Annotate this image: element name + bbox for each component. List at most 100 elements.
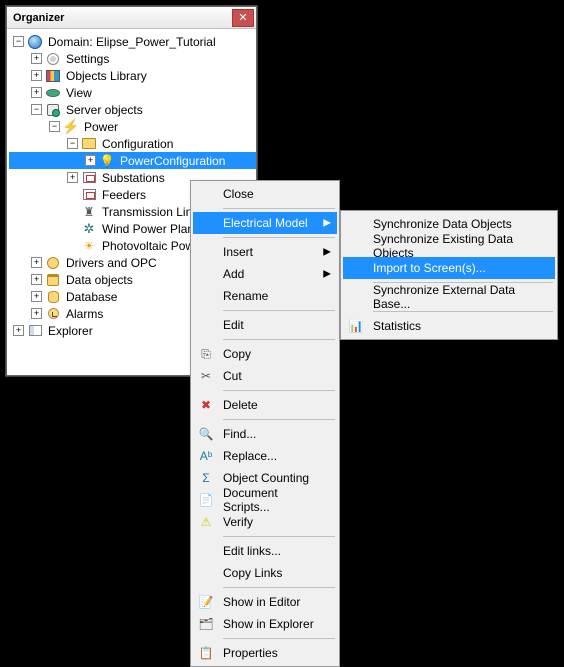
tree-item-library[interactable]: + Objects Library: [9, 67, 256, 84]
explorer-icon: 🗂: [197, 616, 215, 632]
tree-item-server[interactable]: − Server objects: [9, 101, 256, 118]
explorer-icon: [27, 324, 43, 338]
menu-verify[interactable]: ⚠ Verify: [193, 511, 337, 533]
menu-label: Synchronize External Data Base...: [373, 283, 537, 311]
menu-insert[interactable]: Insert ▶: [193, 241, 337, 263]
menu-label: Close: [223, 187, 254, 201]
toggle-icon[interactable]: −: [67, 138, 78, 149]
toggle-icon[interactable]: +: [31, 257, 42, 268]
toggle-icon[interactable]: +: [31, 291, 42, 302]
toggle-icon: [67, 240, 78, 251]
menu-label: Verify: [223, 515, 253, 529]
server-icon: [45, 103, 61, 117]
tree-item-settings[interactable]: + Settings: [9, 50, 256, 67]
tree-label: Objects Library: [64, 69, 149, 83]
menu-copy[interactable]: ⎘ Copy: [193, 343, 337, 365]
titlebar[interactable]: Organizer ✕: [7, 7, 256, 29]
copy-icon: ⎘: [197, 346, 215, 362]
toggle-icon[interactable]: +: [31, 70, 42, 81]
menu-cut[interactable]: ✂ Cut: [193, 365, 337, 387]
substation-icon: [81, 171, 97, 185]
tree-label: Database: [64, 290, 119, 304]
tree-label: Feeders: [100, 188, 148, 202]
submenu-arrow-icon: ▶: [323, 269, 331, 280]
tree-label: Server objects: [64, 103, 145, 117]
menu-label: Delete: [223, 398, 258, 412]
toggle-icon[interactable]: +: [13, 325, 24, 336]
tree-item-domain[interactable]: − Domain: Elipse_Power_Tutorial: [9, 33, 256, 50]
replace-icon: Aᵇ: [197, 448, 215, 464]
sun-icon: ☀: [81, 239, 97, 253]
cut-icon: ✂: [197, 368, 215, 384]
menu-import-to-screens[interactable]: Import to Screen(s)...: [343, 257, 555, 279]
menu-label: Add: [223, 267, 244, 281]
menu-find[interactable]: 🔍 Find...: [193, 423, 337, 445]
stats-icon: 📊: [347, 318, 365, 334]
tree-label: View: [64, 86, 94, 100]
tree-label: Configuration: [100, 137, 175, 151]
menu-properties[interactable]: 📋 Properties: [193, 642, 337, 664]
menu-label: Show in Editor: [223, 595, 300, 609]
menu-replace[interactable]: Aᵇ Replace...: [193, 445, 337, 467]
menu-show-in-editor[interactable]: 📝 Show in Editor: [193, 591, 337, 613]
tree-label: Substations: [100, 171, 167, 185]
menu-electrical-model[interactable]: Electrical Model ▶: [193, 212, 337, 234]
toggle-icon[interactable]: −: [49, 121, 60, 132]
tree-item-view[interactable]: + View: [9, 84, 256, 101]
menu-label: Replace...: [223, 449, 277, 463]
view-icon: [45, 86, 61, 100]
menu-separator: [223, 587, 335, 588]
tree-item-power[interactable]: − ⚡ Power: [9, 118, 256, 135]
menu-sync-external-db[interactable]: Synchronize External Data Base...: [343, 286, 555, 308]
menu-rename[interactable]: Rename: [193, 285, 337, 307]
menu-label: Edit links...: [223, 544, 281, 558]
toggle-icon[interactable]: +: [67, 172, 78, 183]
close-icon: ✕: [238, 13, 247, 24]
menu-add[interactable]: Add ▶: [193, 263, 337, 285]
toggle-icon[interactable]: −: [13, 36, 24, 47]
menu-separator: [223, 310, 335, 311]
toggle-icon[interactable]: −: [31, 104, 42, 115]
menu-label: Synchronize Existing Data Objects: [373, 232, 537, 260]
antenna-icon: ♜: [81, 205, 97, 219]
menu-label: Insert: [223, 245, 253, 259]
tree-label: Drivers and OPC: [64, 256, 159, 270]
toggle-icon[interactable]: +: [31, 87, 42, 98]
data-icon: [45, 273, 61, 287]
count-icon: Σ: [197, 470, 215, 486]
verify-icon: ⚠: [197, 514, 215, 530]
menu-label: Copy: [223, 347, 251, 361]
menu-label: Edit: [223, 318, 244, 332]
tree-label: Alarms: [64, 307, 105, 321]
bolt-icon: ⚡: [63, 120, 79, 134]
menu-sync-existing-data-objects[interactable]: Synchronize Existing Data Objects: [343, 235, 555, 257]
context-menu: Close Electrical Model ▶ Insert ▶ Add ▶ …: [190, 180, 340, 667]
toggle-icon[interactable]: +: [85, 155, 96, 166]
close-button[interactable]: ✕: [232, 9, 254, 27]
tree-item-powerconfiguration[interactable]: + 💡 PowerConfiguration: [9, 152, 256, 169]
menu-show-in-explorer[interactable]: 🗂 Show in Explorer: [193, 613, 337, 635]
submenu-arrow-icon: ▶: [323, 247, 331, 258]
menu-label: Statistics: [373, 319, 421, 333]
tree-label: Domain: Elipse_Power_Tutorial: [46, 35, 218, 49]
tree-item-configuration[interactable]: − Configuration: [9, 135, 256, 152]
menu-delete[interactable]: ✖ Delete: [193, 394, 337, 416]
toggle-icon[interactable]: +: [31, 274, 42, 285]
library-icon: [45, 69, 61, 83]
menu-document-scripts[interactable]: 📄 Document Scripts...: [193, 489, 337, 511]
menu-close[interactable]: Close: [193, 183, 337, 205]
toggle-icon[interactable]: +: [31, 53, 42, 64]
tree-label: Power: [82, 120, 120, 134]
toggle-icon[interactable]: +: [31, 308, 42, 319]
menu-edit[interactable]: Edit: [193, 314, 337, 336]
menu-label: Find...: [223, 427, 256, 441]
menu-label: Copy Links: [223, 566, 282, 580]
properties-icon: 📋: [197, 645, 215, 661]
editor-icon: 📝: [197, 594, 215, 610]
drivers-icon: [45, 256, 61, 270]
menu-statistics[interactable]: 📊 Statistics: [343, 315, 555, 337]
tree-label: Data objects: [64, 273, 135, 287]
script-icon: 📄: [197, 492, 215, 508]
menu-copy-links[interactable]: Copy Links: [193, 562, 337, 584]
menu-edit-links[interactable]: Edit links...: [193, 540, 337, 562]
